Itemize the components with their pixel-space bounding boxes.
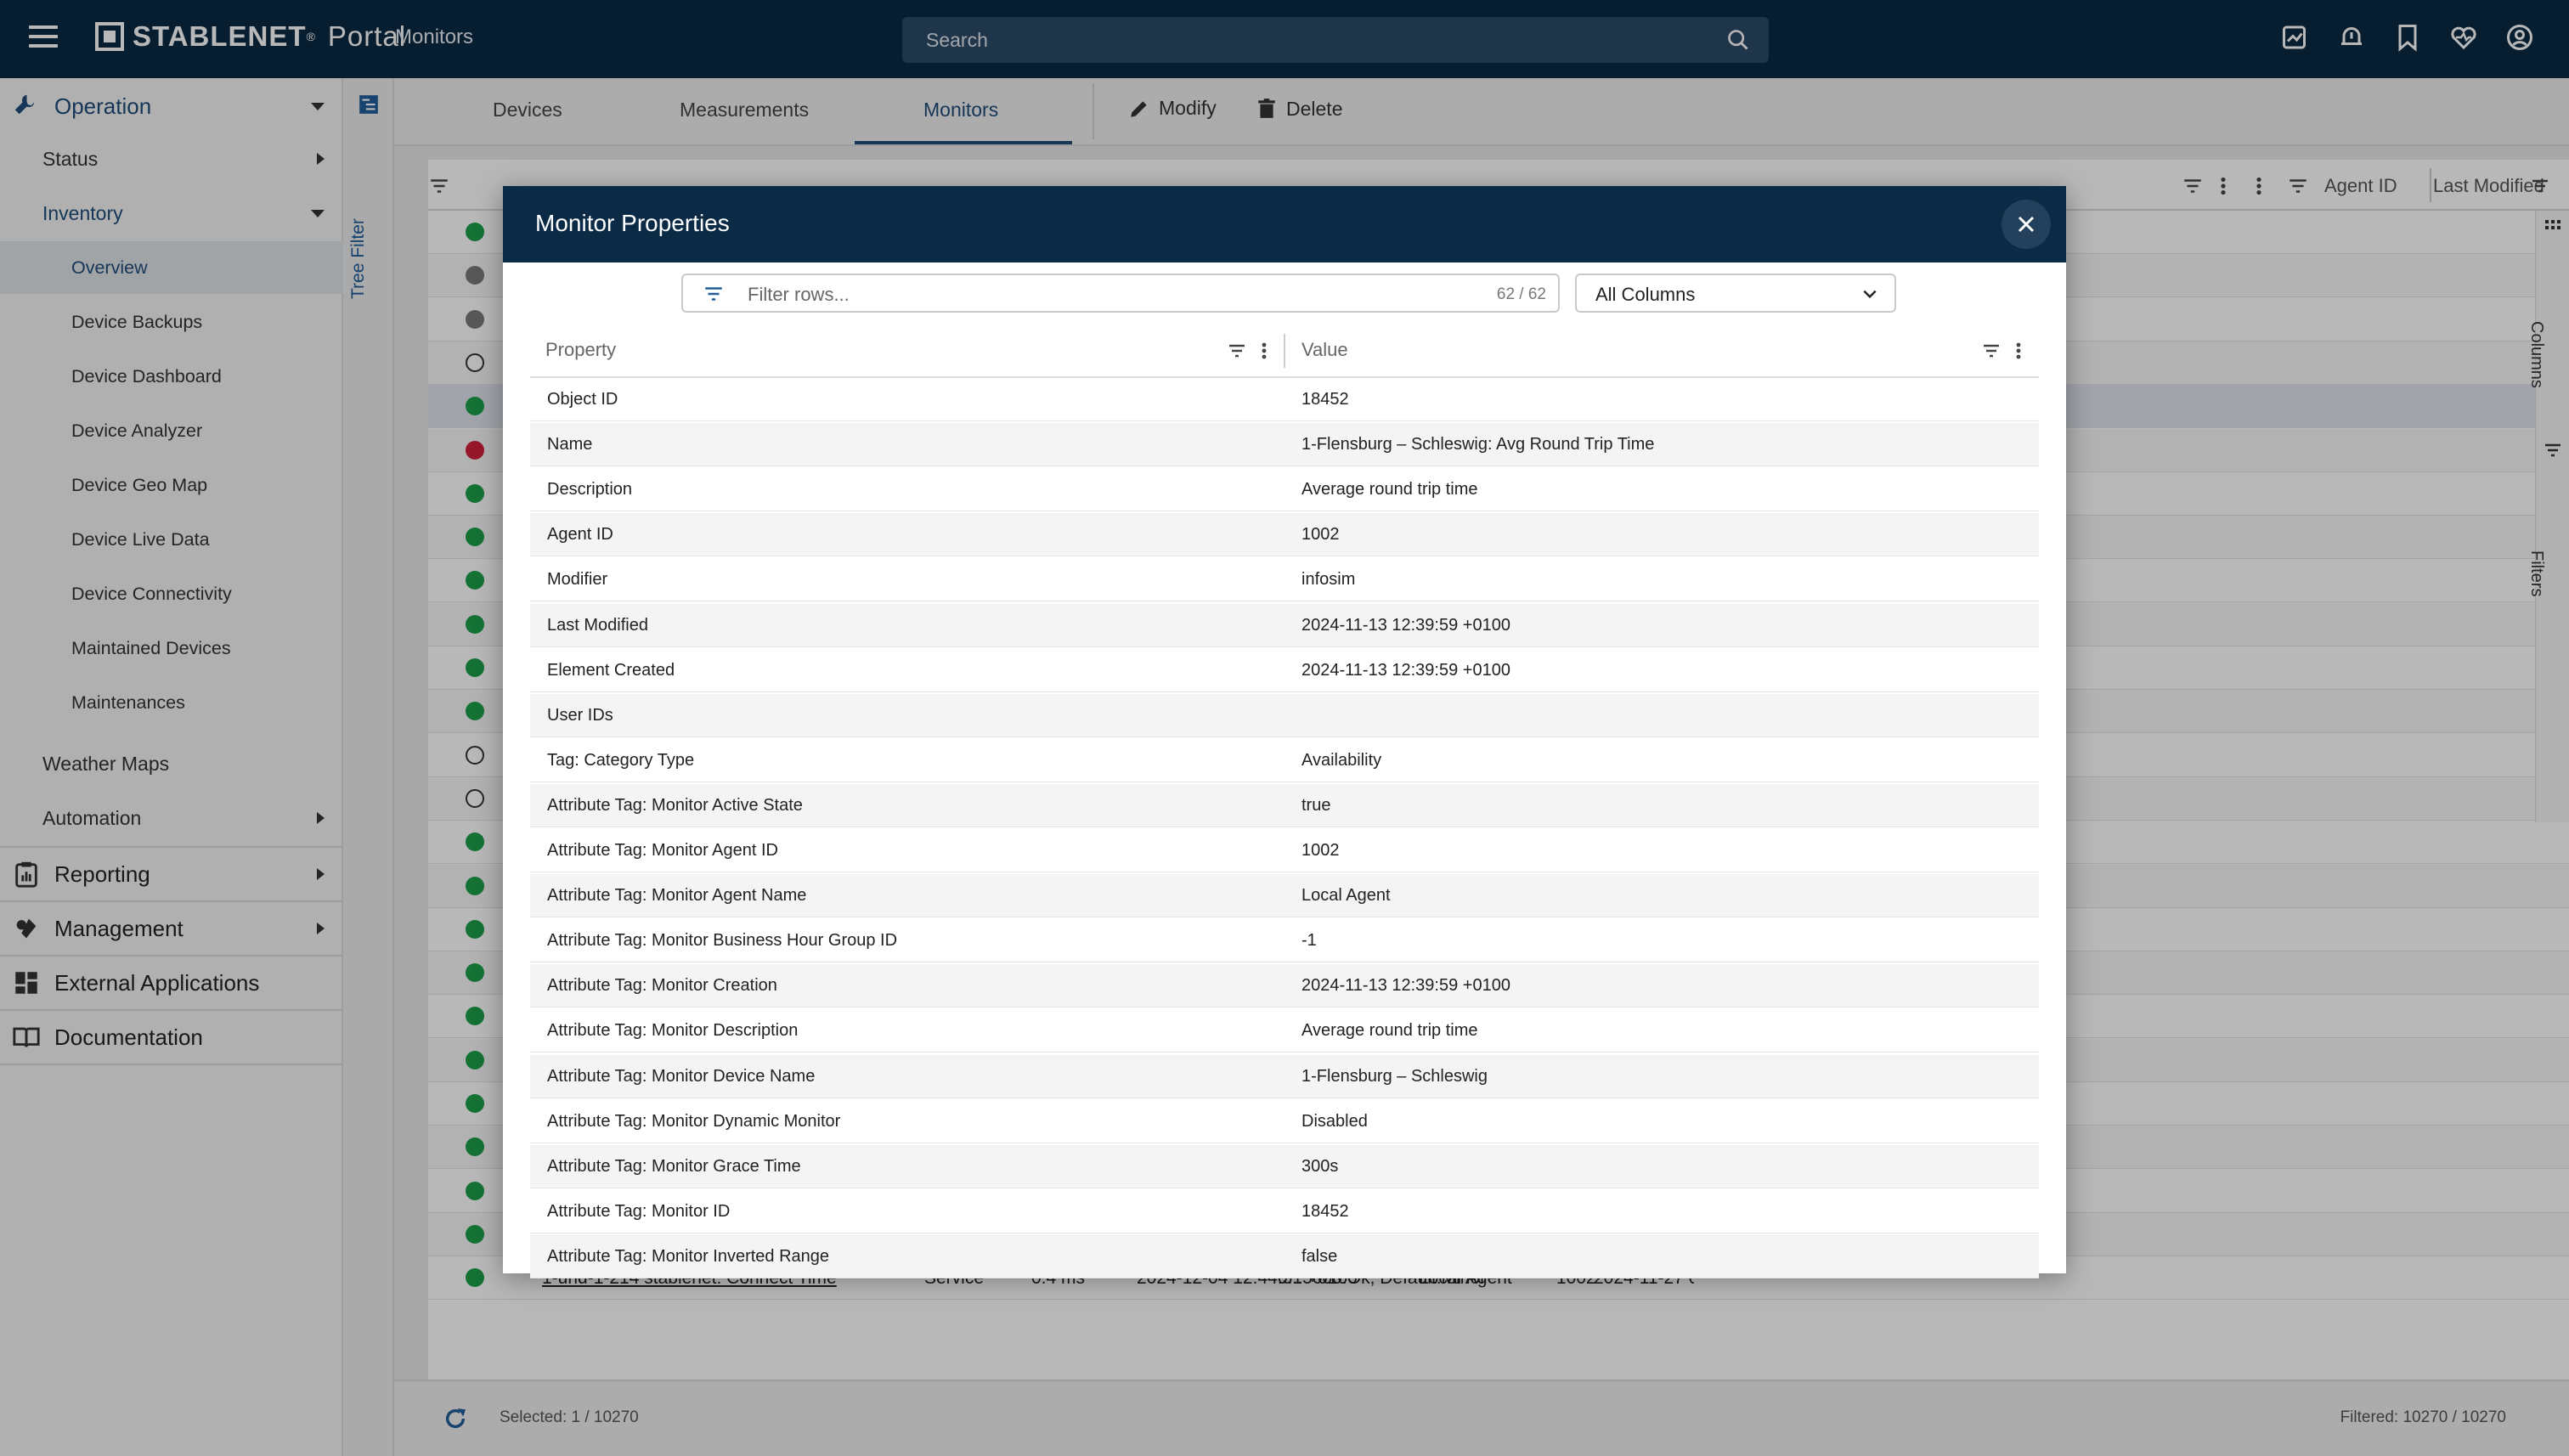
property-value: 2024-11-13 12:39:59 +0100 (1301, 660, 1510, 680)
property-row[interactable]: Attribute Tag: Monitor Grace Time 300s (530, 1144, 2039, 1188)
chevron-down-icon (1863, 290, 1877, 299)
filter-icon[interactable] (1227, 341, 1247, 361)
column-header-property[interactable]: Property (545, 339, 616, 361)
property-name: Attribute Tag: Monitor Business Hour Gro… (547, 931, 898, 951)
dialog-header: Monitor Properties (503, 186, 2066, 262)
close-button[interactable] (2002, 200, 2051, 249)
property-name: Attribute Tag: Monitor ID (547, 1201, 731, 1221)
property-name: Attribute Tag: Monitor Creation (547, 976, 777, 996)
property-value: 18452 (1301, 390, 1349, 409)
property-row[interactable]: Attribute Tag: Monitor Agent ID 1002 (530, 829, 2039, 872)
property-row[interactable]: Tag: Category Type Availability (530, 739, 2039, 782)
property-row[interactable]: Attribute Tag: Monitor Device Name 1-Flen… (530, 1054, 2039, 1098)
property-name: Attribute Tag: Monitor Active State (547, 795, 803, 815)
property-row[interactable]: Attribute Tag: Monitor ID 18452 (530, 1190, 2039, 1233)
property-value: Average round trip time (1301, 1021, 1478, 1041)
more-vertical-icon[interactable] (1261, 341, 1268, 361)
property-name: Attribute Tag: Monitor Grace Time (547, 1156, 801, 1176)
property-row[interactable]: Attribute Tag: Monitor Creation 2024-11-1… (530, 964, 2039, 1008)
property-row[interactable]: Object ID 18452 (530, 378, 2039, 421)
property-value: Disabled (1301, 1111, 1368, 1131)
property-row[interactable]: Last Modified 2024-11-13 12:39:59 +0100 (530, 603, 2039, 647)
property-row[interactable]: Agent ID 1002 (530, 513, 2039, 557)
property-row[interactable]: Attribute Tag: Monitor Business Hour Gro… (530, 919, 2039, 963)
filter-icon (705, 287, 722, 301)
property-value: Availability (1301, 750, 1382, 770)
property-row[interactable]: Attribute Tag: Monitor Description Averag… (530, 1009, 2039, 1053)
property-name: Tag: Category Type (547, 750, 695, 770)
property-value: 1-Flensburg – Schleswig (1301, 1066, 1488, 1086)
property-name: Object ID (547, 390, 618, 409)
filter-rows-input[interactable]: Filter rows... 62 / 62 (681, 274, 1560, 313)
property-name: Modifier (547, 570, 608, 590)
property-row[interactable]: Attribute Tag: Monitor Dynamic Monitor Di… (530, 1100, 2039, 1143)
column-divider[interactable] (1284, 334, 1285, 368)
property-row[interactable]: Element Created 2024-11-13 12:39:59 +0100 (530, 649, 2039, 692)
property-name: Attribute Tag: Monitor Description (547, 1021, 799, 1041)
property-row[interactable]: Name 1-Flensburg – Schleswig: Avg Round T… (530, 423, 2039, 467)
property-value: 300s (1301, 1156, 1339, 1176)
property-value: infosim (1301, 570, 1356, 590)
property-name: User IDs (547, 705, 613, 725)
more-vertical-icon[interactable] (2015, 341, 2022, 361)
property-row[interactable]: Attribute Tag: Monitor Agent Name Local A… (530, 874, 2039, 918)
property-value: 2024-11-13 12:39:59 +0100 (1301, 976, 1510, 996)
property-value: 1-Flensburg – Schleswig: Avg Round Trip … (1301, 435, 1655, 454)
property-value: Local Agent (1301, 886, 1391, 906)
property-name: Element Created (547, 660, 675, 680)
property-value: 1002 (1301, 525, 1340, 545)
filter-icon[interactable] (1981, 341, 2002, 361)
property-name: Attribute Tag: Monitor Inverted Range (547, 1246, 830, 1266)
property-name: Agent ID (547, 525, 613, 545)
property-row[interactable]: Attribute Tag: Monitor Active State true (530, 783, 2039, 827)
property-name: Last Modified (547, 615, 648, 635)
column-scope-select[interactable]: All Columns (1575, 274, 1896, 313)
column-header-value[interactable]: Value (1301, 339, 1348, 361)
property-row[interactable]: Modifier infosim (530, 558, 2039, 602)
property-name: Description (547, 480, 633, 499)
property-value: 2024-11-13 12:39:59 +0100 (1301, 615, 1510, 635)
property-name: Attribute Tag: Monitor Device Name (547, 1066, 816, 1086)
property-value: 18452 (1301, 1201, 1349, 1221)
property-name: Attribute Tag: Monitor Agent ID (547, 841, 779, 860)
property-row[interactable]: Description Average round trip time (530, 468, 2039, 512)
property-name: Name (547, 435, 593, 454)
dialog-title: Monitor Properties (535, 210, 730, 236)
close-icon (2018, 216, 2035, 233)
property-value: 1002 (1301, 841, 1340, 860)
monitor-properties-dialog: Monitor Properties Filter rows... 62 / 6… (503, 186, 2066, 1278)
property-value: true (1301, 795, 1331, 815)
filter-placeholder: Filter rows... (748, 284, 850, 305)
properties-header: Property Value (530, 322, 2039, 378)
column-scope-value: All Columns (1595, 284, 1696, 305)
property-name: Attribute Tag: Monitor Agent Name (547, 886, 807, 906)
property-row[interactable]: User IDs (530, 693, 2039, 737)
property-value: -1 (1301, 931, 1317, 951)
property-name: Attribute Tag: Monitor Dynamic Monitor (547, 1111, 841, 1131)
filter-row-count: 62 / 62 (1496, 285, 1546, 303)
property-value: Average round trip time (1301, 480, 1478, 499)
property-value: false (1301, 1246, 1338, 1266)
property-row[interactable]: Attribute Tag: Monitor Inverted Range fal… (530, 1234, 2039, 1278)
